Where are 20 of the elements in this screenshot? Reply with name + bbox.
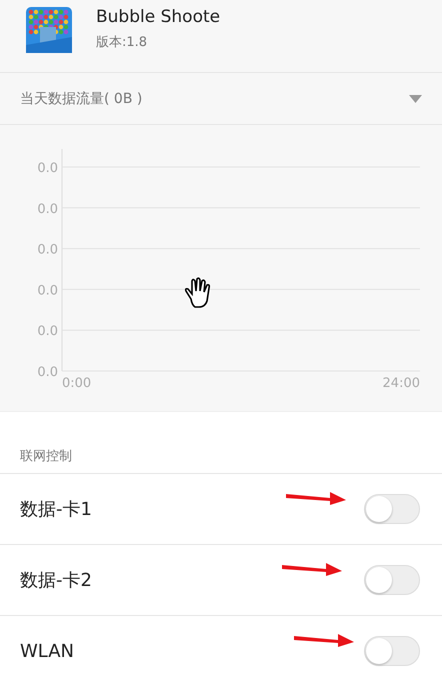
y-tick-label: 0.0: [37, 365, 58, 380]
usage-dropdown[interactable]: 当天数据流量( 0B ): [0, 73, 442, 125]
y-tick-label: 0.0: [37, 324, 58, 340]
x-tick-label: 0:00: [62, 376, 92, 391]
app-version: 版本:1.8: [96, 34, 148, 51]
y-tick-label: 0.0: [37, 283, 58, 298]
y-tick-label: 0.0: [37, 161, 58, 176]
y-tick-label: 0.0: [37, 202, 58, 217]
setting-label: 数据-卡1: [20, 498, 92, 521]
section-title: 联网控制: [20, 448, 72, 465]
x-tick-label: 24:00: [382, 376, 420, 391]
toggle-switch[interactable]: [364, 494, 420, 524]
app-icon: [26, 7, 72, 53]
app-name: Bubble Shoote: [96, 7, 220, 27]
hand-cursor-icon: [184, 277, 210, 308]
setting-label: WLAN: [20, 640, 74, 662]
setting-label: 数据-卡2: [20, 569, 92, 592]
toggle-switch[interactable]: [364, 565, 420, 595]
y-tick-label: 0.0: [37, 242, 58, 258]
toggle-switch[interactable]: [364, 636, 420, 666]
